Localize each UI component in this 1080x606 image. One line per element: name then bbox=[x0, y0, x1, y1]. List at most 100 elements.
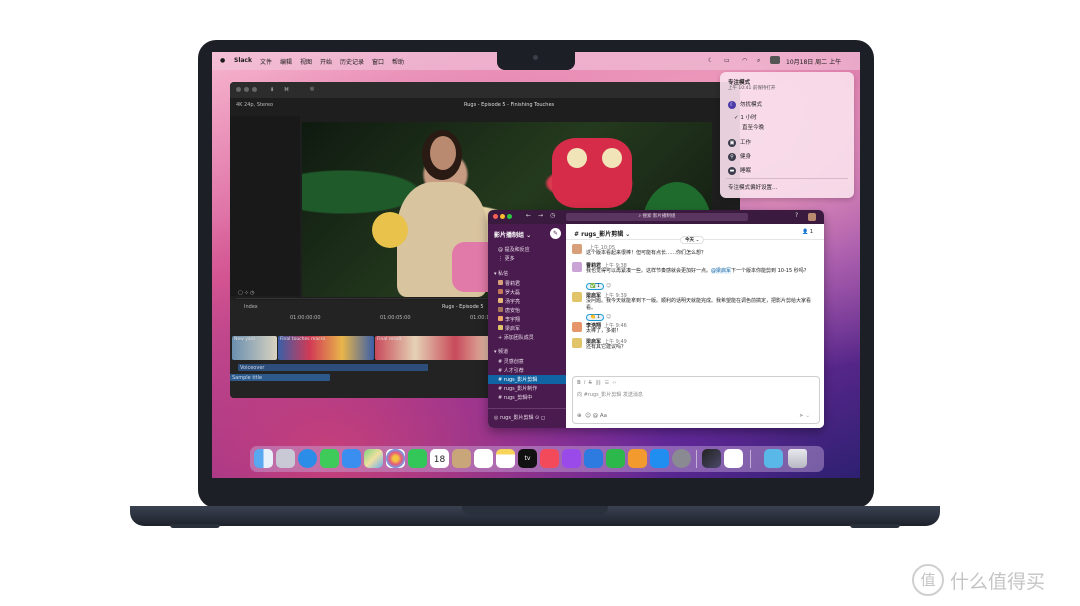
search-icon[interactable]: ⌕ bbox=[757, 57, 760, 65]
launchpad-icon[interactable] bbox=[276, 449, 295, 468]
sidebar-channel[interactable]: # rugs_剪辑中 bbox=[498, 394, 532, 401]
send-icon[interactable]: ➤ ⌄ bbox=[799, 413, 810, 419]
list-icon[interactable]: ☰ bbox=[605, 380, 609, 386]
control-center-icon[interactable] bbox=[770, 56, 780, 64]
music-icon[interactable] bbox=[540, 449, 559, 468]
final-cut-icon[interactable] bbox=[702, 449, 721, 468]
sidebar-dm-header[interactable]: ▾ 私信 bbox=[494, 270, 508, 277]
history-icon[interactable]: ◷ bbox=[550, 212, 555, 219]
focus-dnd[interactable]: ☾ 勿扰模式 bbox=[728, 100, 762, 109]
sidebar-channel-active[interactable]: # rugs_影片剪辑 bbox=[498, 376, 537, 383]
sidebar-dm-item[interactable]: 罗大磊 bbox=[498, 289, 520, 296]
messages-icon[interactable] bbox=[320, 449, 339, 468]
reminders-icon[interactable] bbox=[474, 449, 493, 468]
index-tab[interactable]: Index bbox=[244, 304, 258, 310]
bold-button[interactable]: B bbox=[577, 380, 581, 386]
sidebar-dm-item[interactable]: 唐安怡 bbox=[498, 307, 520, 314]
members-button[interactable]: 👤 1 bbox=[802, 229, 813, 235]
reaction-badge[interactable]: 👏 1 bbox=[586, 314, 604, 321]
moon-icon[interactable]: ☾ bbox=[708, 57, 713, 64]
focus-settings[interactable]: 专注模式偏好设置... bbox=[728, 183, 777, 191]
focus-sleep[interactable]: ▬ 睡眠 bbox=[728, 166, 751, 175]
code-icon[interactable]: ‹› bbox=[612, 380, 616, 386]
link-icon[interactable]: ⛓ bbox=[595, 380, 601, 386]
system-settings-icon[interactable] bbox=[672, 449, 691, 468]
forward-icon[interactable]: → bbox=[538, 212, 543, 219]
numbers-icon[interactable] bbox=[606, 449, 625, 468]
sidebar-dm-item[interactable]: 梁启军 bbox=[498, 325, 520, 332]
keyword-icon[interactable]: ⌘ bbox=[284, 87, 289, 93]
editor-minimize-button[interactable] bbox=[244, 87, 249, 92]
workspace-name[interactable]: 影片播制组 ⌄ bbox=[494, 230, 531, 239]
avatar[interactable] bbox=[572, 262, 582, 272]
compose-icon[interactable]: ✎ bbox=[550, 228, 561, 239]
slack-zoom-button[interactable] bbox=[507, 214, 512, 219]
select-tool-icon[interactable]: ▢ ⊹ ◷ bbox=[238, 290, 254, 296]
menu-history[interactable]: 历史记录 bbox=[340, 57, 364, 66]
pages-icon[interactable] bbox=[628, 449, 647, 468]
sidebar-dm-item[interactable]: 曹莉君 bbox=[498, 280, 520, 287]
formatting-toolbar[interactable]: B I S ⛓ ☰ ‹› bbox=[577, 380, 616, 386]
menu-file[interactable]: 文件 bbox=[260, 57, 272, 66]
avatar[interactable] bbox=[572, 322, 582, 332]
slack-minimize-button[interactable] bbox=[500, 214, 505, 219]
tv-icon[interactable]: tv bbox=[518, 449, 537, 468]
check-icon[interactable]: ◎ bbox=[310, 86, 314, 92]
reaction-badge[interactable]: ✅ 1 bbox=[586, 283, 604, 290]
sidebar-channel[interactable]: # 灵感创意 bbox=[498, 358, 524, 365]
app-store-icon[interactable] bbox=[650, 449, 669, 468]
sidebar-channel[interactable]: # rugs_影片制作 bbox=[498, 385, 537, 392]
sidebar-dm-item[interactable]: 汤宇亮 bbox=[498, 298, 520, 305]
strike-button[interactable]: S bbox=[589, 380, 592, 386]
clip-new-yarn[interactable]: New yarn bbox=[232, 336, 277, 360]
focus-fitness[interactable]: ⚲ 健身 bbox=[728, 152, 751, 161]
sidebar-channels-header[interactable]: ▾ 频道 bbox=[494, 348, 508, 355]
menu-help[interactable]: 帮助 bbox=[392, 57, 404, 66]
menu-go[interactable]: 开始 bbox=[320, 57, 332, 66]
apple-icon[interactable]: ● bbox=[220, 57, 225, 64]
menu-clock[interactable]: 10月18日 周二 上午 bbox=[786, 57, 841, 66]
trash-icon[interactable] bbox=[788, 449, 807, 468]
menu-app-name[interactable]: Slack bbox=[234, 57, 252, 64]
avatar[interactable] bbox=[572, 292, 582, 302]
battery-icon[interactable]: ▭ bbox=[724, 57, 730, 64]
composer-input[interactable]: 向 #rugs_影片剪辑 发送消息 bbox=[577, 391, 643, 398]
facetime-icon[interactable] bbox=[408, 449, 427, 468]
mention-icon[interactable]: @ bbox=[593, 413, 599, 419]
emoji-icon[interactable]: ☺ bbox=[585, 413, 591, 419]
maps-icon[interactable] bbox=[364, 449, 383, 468]
notes-icon[interactable] bbox=[496, 449, 515, 468]
clip-final-touches[interactable]: Final touches macro bbox=[278, 336, 374, 360]
voiceover-track[interactable]: Voiceover bbox=[238, 364, 428, 371]
menu-view[interactable]: 视图 bbox=[300, 57, 312, 66]
mention-link[interactable]: @梁启军 bbox=[711, 268, 732, 274]
editor-close-button[interactable] bbox=[236, 87, 241, 92]
avatar[interactable] bbox=[572, 338, 582, 348]
search-input[interactable]: ⌕ 搜索 影片播制组 bbox=[566, 213, 748, 221]
help-icon[interactable]: ? bbox=[795, 212, 798, 219]
text-format-icon[interactable]: Aa bbox=[600, 413, 607, 419]
sidebar-mentions[interactable]: @ 提及和反应 bbox=[498, 246, 530, 253]
slack-icon[interactable] bbox=[724, 449, 743, 468]
import-icon[interactable]: ⬇ bbox=[270, 87, 274, 93]
focus-until-tonight[interactable]: 直至今晚 bbox=[742, 123, 764, 131]
back-icon[interactable]: ← bbox=[526, 212, 531, 219]
huddle-channel[interactable]: ◎ rugs_影片剪辑 ⊙ ◻ bbox=[494, 414, 545, 421]
message-composer[interactable]: B I S ⛓ ☰ ‹› 向 #rugs_影片剪辑 发送消息 ⊕ ☺ @ Aa … bbox=[572, 376, 820, 424]
add-reaction-icon[interactable]: ☺ bbox=[606, 314, 611, 320]
menu-edit[interactable]: 编辑 bbox=[280, 57, 292, 66]
title-track[interactable]: Sample title bbox=[230, 374, 330, 381]
focus-work[interactable]: ▣ 工作 bbox=[728, 138, 751, 147]
avatar[interactable] bbox=[572, 244, 582, 254]
folder-icon[interactable] bbox=[764, 449, 783, 468]
podcasts-icon[interactable] bbox=[562, 449, 581, 468]
date-divider[interactable]: 今天 ⌄ bbox=[680, 236, 705, 244]
clip-final-result[interactable]: Final result bbox=[375, 336, 495, 360]
photos-icon[interactable] bbox=[386, 449, 405, 468]
sidebar-dm-item[interactable]: 李宇翔 bbox=[498, 316, 520, 323]
finder-icon[interactable] bbox=[254, 449, 273, 468]
mail-icon[interactable] bbox=[342, 449, 361, 468]
calendar-icon[interactable]: 18 bbox=[430, 449, 449, 468]
channel-name[interactable]: # rugs_影片剪辑 ⌄ bbox=[574, 229, 630, 238]
add-reaction-icon[interactable]: ☺ bbox=[606, 283, 611, 289]
